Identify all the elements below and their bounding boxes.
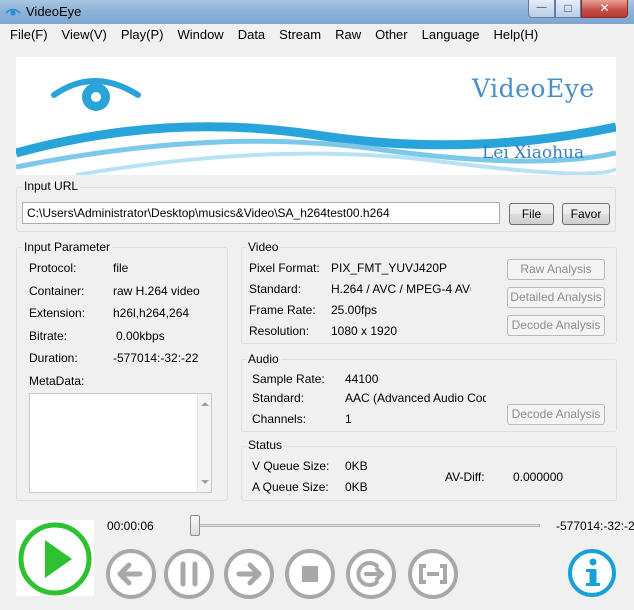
menu-bar: File(F) View(V) Play(P) Window Data Stre… (0, 24, 634, 45)
stop-button[interactable] (283, 547, 337, 601)
bitrate-value: 0.00kbps (116, 329, 165, 343)
channels-label: Channels: (252, 412, 307, 426)
menu-language[interactable]: Language (415, 25, 487, 44)
input-parameter-label: Input Parameter (22, 240, 113, 254)
minimize-icon: — (536, 2, 547, 13)
eye-logo-icon (51, 78, 141, 111)
channels-value: 1 (345, 412, 352, 426)
audio-label: Audio (246, 352, 281, 366)
container-label: Container: (29, 284, 85, 298)
sample-rate-value: 44100 (345, 372, 379, 386)
scroll-up-icon[interactable] (201, 402, 209, 406)
menu-help[interactable]: Help(H) (486, 25, 545, 44)
forward-button[interactable] (222, 547, 276, 601)
audio-standard-value: AAC (Advanced Audio Coding) (345, 391, 486, 405)
menu-stream[interactable]: Stream (272, 25, 328, 44)
video-standard-value: H.264 / AVC / MPEG-4 AVC (331, 282, 471, 296)
close-button[interactable]: ✕ (581, 0, 628, 18)
play-button[interactable] (16, 520, 94, 596)
protocol-label: Protocol: (29, 261, 77, 275)
extension-value: h26l,h264,264 (113, 306, 190, 320)
metadata-label: MetaData: (29, 374, 85, 388)
file-button[interactable]: File (509, 203, 554, 225)
bitrate-label: Bitrate: (29, 329, 68, 343)
close-icon: ✕ (599, 1, 610, 15)
av-diff-label: AV-Diff: (445, 470, 485, 484)
a-queue-label: A Queue Size: (252, 480, 329, 494)
container-value: raw H.264 video (113, 284, 200, 298)
frame-rate-label: Frame Rate: (249, 303, 316, 317)
video-decode-analysis-button[interactable]: Decode Analysis (507, 315, 605, 336)
play-icon (18, 522, 92, 596)
menu-file[interactable]: File(F) (3, 25, 55, 44)
menu-raw[interactable]: Raw (328, 25, 368, 44)
back-button[interactable] (104, 547, 158, 601)
metadata-textarea[interactable] (29, 393, 212, 493)
status-label: Status (246, 438, 285, 452)
scroll-down-icon[interactable] (201, 480, 209, 484)
url-input[interactable]: C:\Users\Administrator\Desktop\musics&Vi… (22, 202, 500, 224)
stop-icon (302, 566, 318, 582)
resolution-value: 1080 x 1920 (331, 324, 398, 338)
duration-value: -577014:-32:-22 (113, 351, 199, 365)
pause-button[interactable] (162, 547, 216, 601)
info-button[interactable] (566, 547, 618, 599)
audio-standard-label: Standard: (252, 391, 305, 405)
detailed-analysis-button[interactable]: Detailed Analysis (507, 287, 605, 308)
app-eye-icon (5, 8, 21, 16)
protocol-value: file (113, 261, 129, 275)
metadata-scrollbar[interactable] (197, 394, 211, 492)
seek-thumb[interactable] (190, 515, 200, 536)
minimize-button[interactable]: — (528, 0, 555, 18)
banner-author: Lei Xiaohua (482, 143, 585, 163)
v-queue-value: 0KB (345, 459, 368, 473)
menu-data[interactable]: Data (231, 25, 272, 44)
raw-analysis-button[interactable]: Raw Analysis (507, 259, 605, 280)
banner-title: VideoEye (472, 74, 595, 103)
current-time: 00:00:06 (107, 519, 154, 533)
menu-play[interactable]: Play(P) (114, 25, 171, 44)
menu-view[interactable]: View(V) (55, 25, 114, 44)
seek-track[interactable] (196, 524, 540, 527)
next-frame-button[interactable] (344, 547, 398, 601)
total-time: -577014:-32:-22 (556, 519, 634, 533)
menu-window[interactable]: Window (170, 25, 230, 44)
video-label: Video (246, 240, 281, 254)
av-diff-value: 0.000000 (513, 470, 564, 484)
v-queue-label: V Queue Size: (252, 459, 330, 473)
video-standard-label: Standard: (249, 282, 302, 296)
pixel-format-label: Pixel Format: (249, 261, 320, 275)
title-bar: VideoEye — □ ✕ (0, 0, 634, 24)
maximize-button[interactable]: □ (555, 0, 581, 18)
banner: VideoEye Lei Xiaohua (16, 57, 616, 175)
fullscreen-button[interactable] (406, 547, 460, 601)
sample-rate-label: Sample Rate: (252, 372, 325, 386)
window-title: VideoEye (26, 4, 82, 19)
maximize-icon: □ (564, 1, 572, 15)
frame-rate-value: 25.00fps (331, 303, 378, 317)
pixel-format-value: PIX_FMT_YUVJ420P (331, 261, 448, 275)
menu-other[interactable]: Other (368, 25, 415, 44)
extension-label: Extension: (29, 306, 86, 320)
input-url-label: Input URL (22, 179, 81, 193)
audio-decode-analysis-button[interactable]: Decode Analysis (507, 404, 605, 425)
duration-label: Duration: (29, 351, 78, 365)
a-queue-value: 0KB (345, 480, 368, 494)
favor-button[interactable]: Favor (562, 203, 610, 225)
resolution-label: Resolution: (249, 324, 310, 338)
